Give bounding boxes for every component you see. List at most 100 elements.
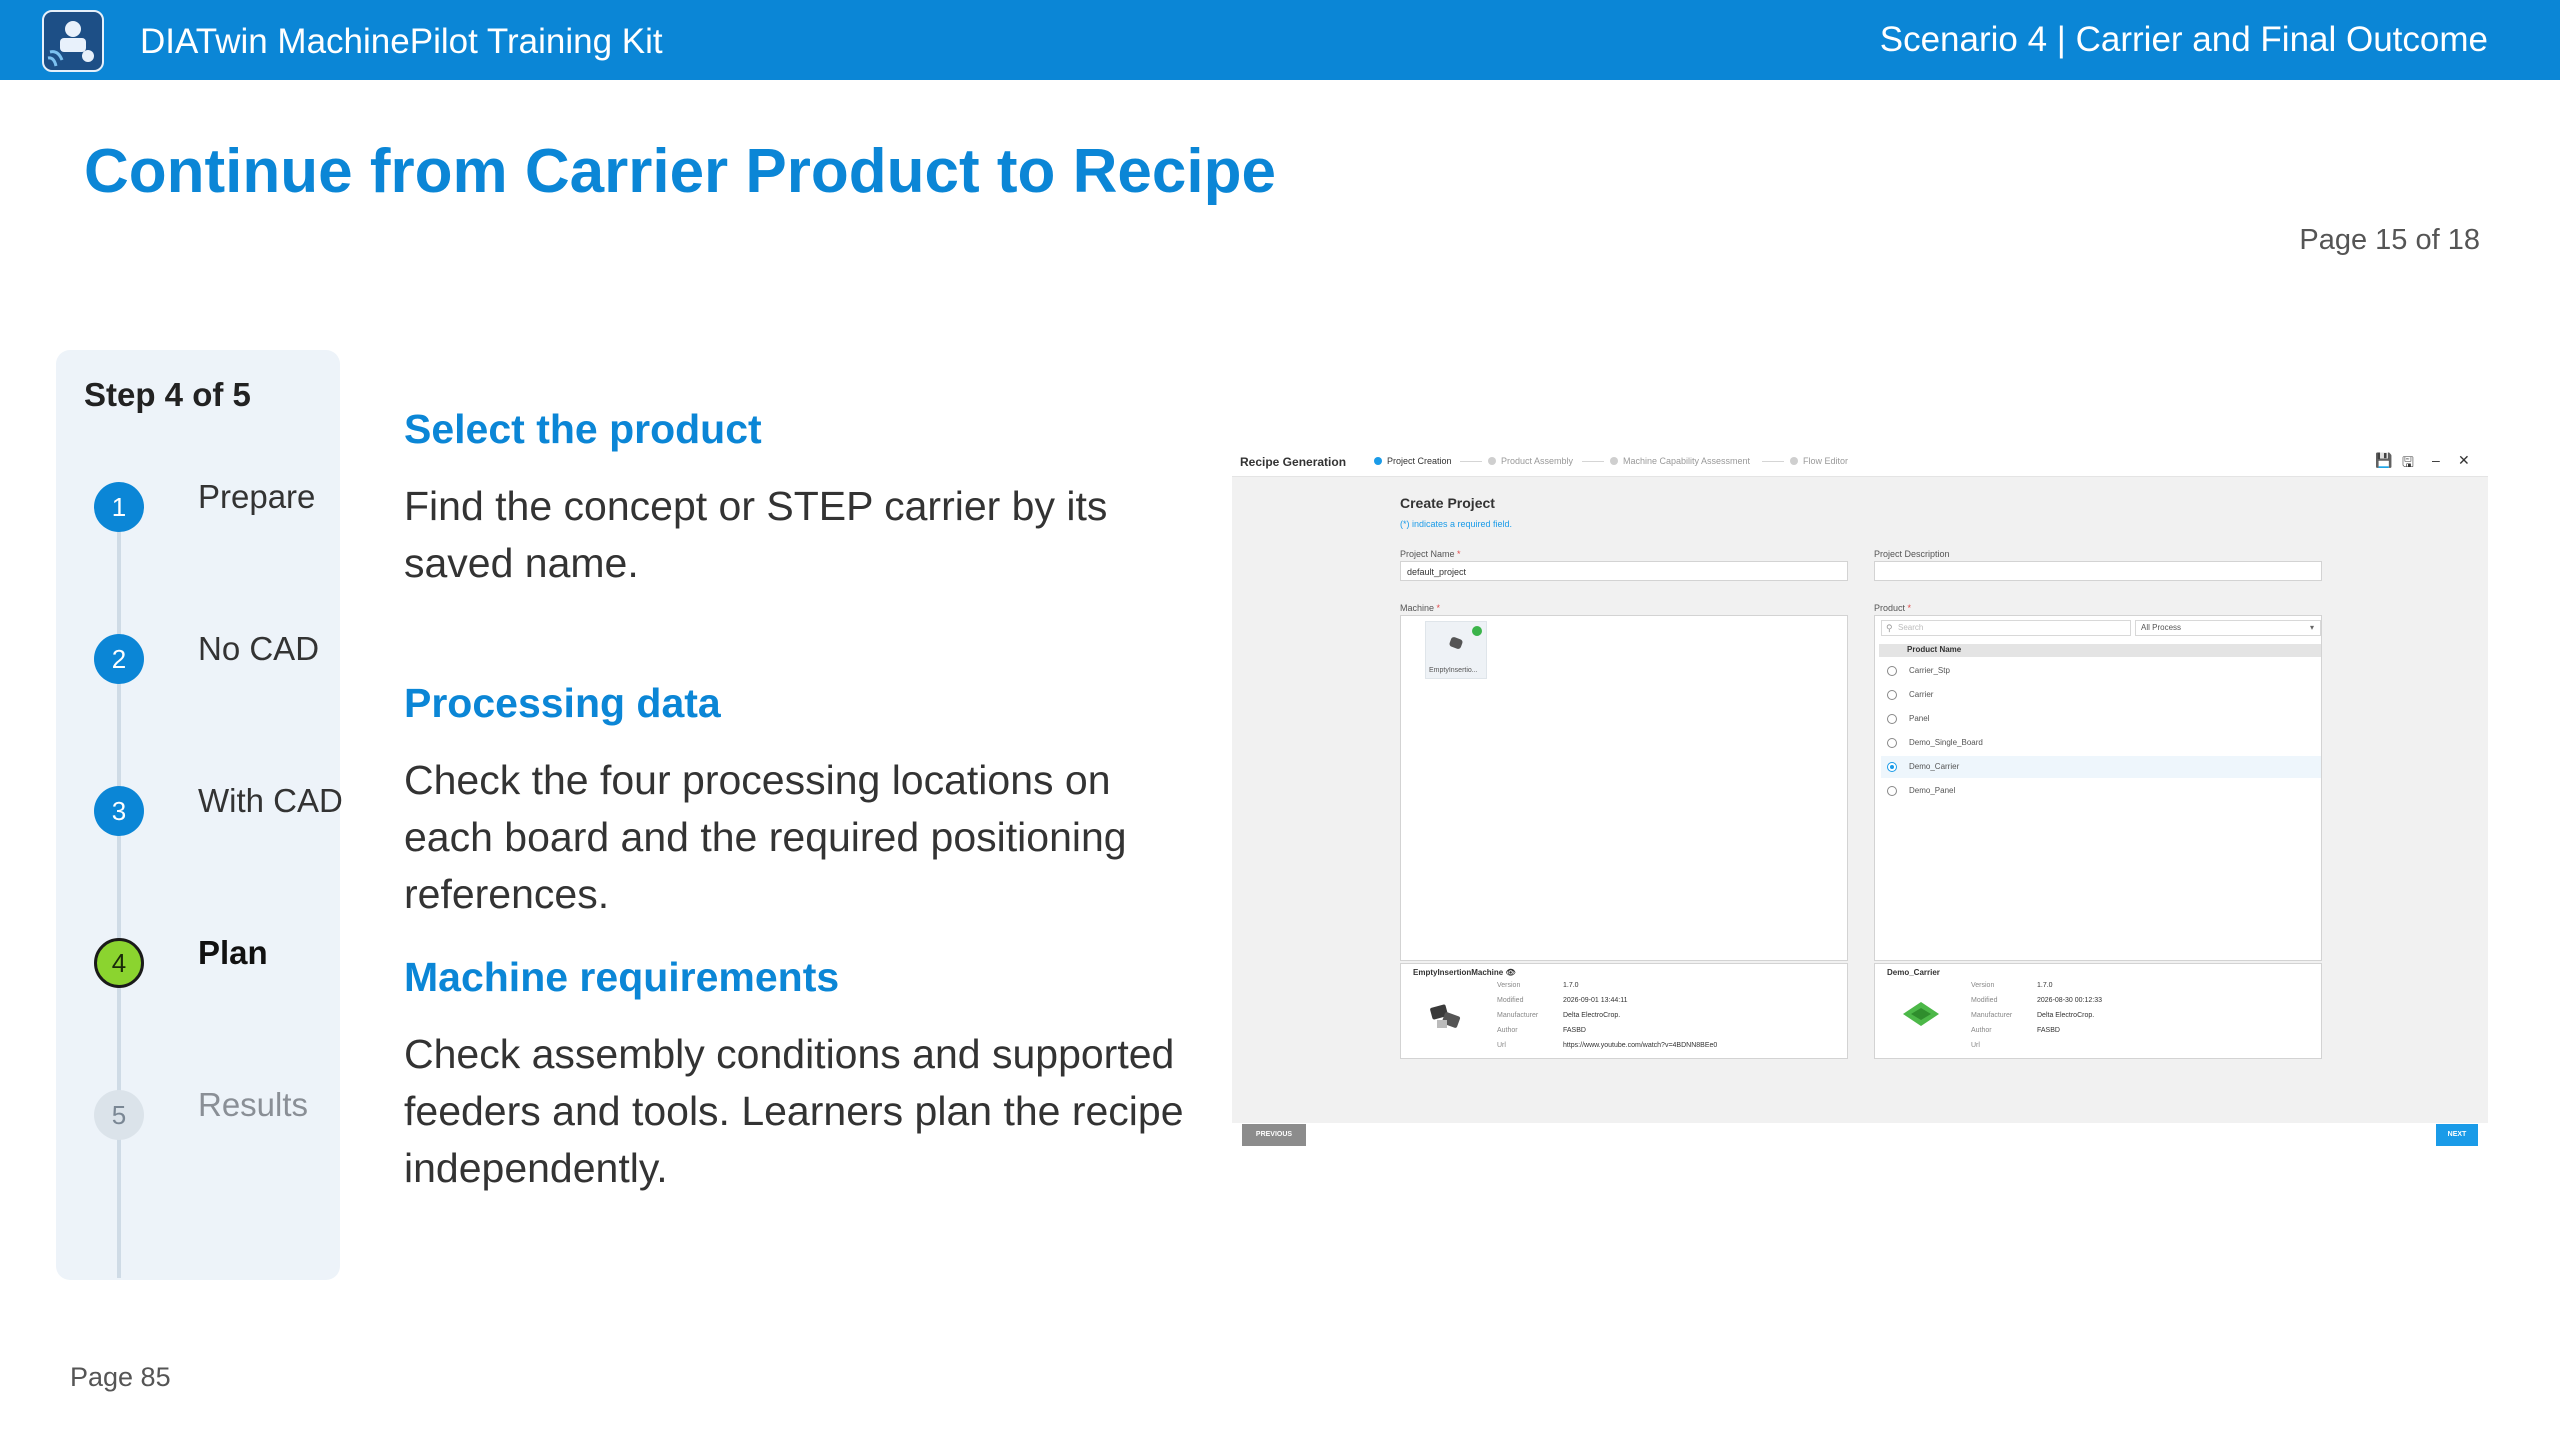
product-row[interactable]: Panel: [1881, 708, 2321, 730]
wizard-step-product-assembly[interactable]: Product Assembly: [1488, 456, 1573, 466]
eye-icon[interactable]: 👁: [1505, 968, 1515, 977]
machine-label: Machine *: [1400, 603, 1441, 613]
product-row-selected[interactable]: Demo_Carrier: [1881, 756, 2321, 778]
info-key: Url: [1971, 1042, 1980, 1049]
search-icon: ⚲: [1886, 623, 1893, 633]
wizard-step-project-creation[interactable]: Project Creation: [1374, 456, 1452, 466]
product-info-card: Demo_Carrier Version 1.7.0 Modified 2026…: [1874, 963, 2322, 1059]
radio-icon[interactable]: [1887, 714, 1897, 724]
info-value: FASBD: [2037, 1027, 2060, 1034]
machine-tile-name: EmptyInsertio...: [1429, 667, 1478, 674]
radio-icon[interactable]: [1887, 786, 1897, 796]
wizard-connector: [1762, 461, 1784, 462]
wizard-step-flow-editor[interactable]: Flow Editor: [1790, 456, 1848, 466]
selected-check-icon: [1472, 626, 1482, 636]
page-title: Continue from Carrier Product to Recipe: [84, 137, 1276, 206]
project-name-input[interactable]: default_project: [1400, 561, 1848, 581]
info-key: Modified: [1971, 997, 1998, 1004]
scenario-label: Scenario 4 | Carrier and Final Outcome: [1879, 20, 2488, 59]
radio-selected-icon[interactable]: [1887, 762, 1897, 772]
minimize-icon[interactable]: –: [2432, 452, 2440, 468]
machine-url-link[interactable]: https://www.youtube.com/watch?v=4BDNN8BE…: [1563, 1042, 1717, 1049]
info-value: 1.7.0: [2037, 982, 2053, 989]
section-text-select-product: Find the concept or STEP carrier by its …: [404, 483, 1108, 586]
wizard-dot-icon: [1790, 457, 1798, 465]
step-number: 1: [94, 482, 144, 532]
info-value: FASBD: [1563, 1027, 1586, 1034]
project-name-label: Project Name *: [1400, 549, 1461, 559]
step-progress-panel: Step 4 of 5 1 Prepare 2 No CAD 3 With CA…: [56, 350, 343, 1280]
project-description-label: Project Description: [1874, 549, 1950, 559]
product-row[interactable]: Demo_Panel: [1881, 780, 2321, 802]
close-icon[interactable]: ✕: [2458, 452, 2470, 469]
dialog-header: Recipe Generation Project Creation Produ…: [1232, 446, 2488, 477]
product-row[interactable]: Carrier: [1881, 684, 2321, 706]
recipe-generation-screenshot: Recipe Generation Project Creation Produ…: [1232, 446, 2488, 1152]
section-text-machine-requirements: Check assembly conditions and supported …: [404, 1031, 1184, 1191]
step-number: 4: [94, 938, 144, 988]
info-key: Modified: [1497, 997, 1524, 1004]
radio-icon[interactable]: [1887, 690, 1897, 700]
step-label: No CAD: [198, 630, 320, 667]
dialog-content: Create Project (*) indicates a required …: [1232, 477, 2488, 1123]
info-key: Version: [1971, 982, 1995, 989]
product-3d-icon: [1903, 1002, 1939, 1026]
page-counter: Page 15 of 18: [2299, 224, 2480, 256]
step-label: With CAD: [198, 782, 343, 819]
stepper-connector-line: [117, 508, 121, 1278]
step-number: 5: [94, 1090, 144, 1140]
info-value: 2026-09-01 13:44:11: [1563, 997, 1628, 1004]
machine-info-card: EmptyInsertionMachine 👁 Version 1.7.0 Mo…: [1400, 963, 1848, 1059]
section-heading-processing-data: Processing data: [404, 680, 721, 726]
next-button[interactable]: NEXT: [2436, 1124, 2478, 1146]
project-description-input[interactable]: [1874, 561, 2322, 581]
machine-info-name: EmptyInsertionMachine 👁: [1413, 968, 1516, 977]
top-bar: DIATwin MachinePilot Training Kit Scenar…: [0, 0, 2560, 80]
save-as-icon[interactable]: 🖫: [2402, 452, 2414, 476]
product-info-name: Demo_Carrier: [1887, 968, 1940, 977]
process-filter-dropdown[interactable]: All Process ▾: [2135, 620, 2321, 636]
section-heading-select-product: Select the product: [404, 406, 762, 452]
step-number: 3: [94, 786, 144, 836]
step-label: Plan: [198, 934, 268, 971]
info-key: Url: [1497, 1042, 1506, 1049]
product-label: Product *: [1874, 603, 1912, 613]
info-key: Version: [1497, 982, 1521, 989]
section-heading-machine-requirements: Machine requirements: [404, 954, 840, 1000]
product-row[interactable]: Carrier_Stp: [1881, 660, 2321, 682]
machine-tile[interactable]: EmptyInsertio...: [1425, 621, 1487, 679]
wizard-connector: [1460, 461, 1482, 462]
info-key: Author: [1971, 1027, 1992, 1034]
info-value: Delta ElectroCrop.: [2037, 1012, 2095, 1019]
machine-selection-panel: EmptyInsertio...: [1400, 615, 1848, 961]
radio-icon[interactable]: [1887, 738, 1897, 748]
info-value: 2026-08-30 00:12:33: [2037, 997, 2102, 1004]
product-selection-panel: ⚲ Search All Process ▾ Product Name Carr…: [1874, 615, 2322, 961]
stepper-title: Step 4 of 5: [84, 376, 251, 413]
chevron-down-icon: ▾: [2309, 623, 2314, 632]
wizard-dot-icon: [1374, 457, 1382, 465]
info-value: Delta ElectroCrop.: [1563, 1012, 1621, 1019]
product-row[interactable]: Demo_Single_Board: [1881, 732, 2321, 754]
step-label: Prepare: [198, 478, 316, 515]
footer-page-number: Page 85: [70, 1362, 171, 1392]
info-key: Author: [1497, 1027, 1518, 1034]
app-logo-icon: [42, 10, 104, 72]
section-text-processing-data: Check the four processing locations on e…: [404, 757, 1127, 917]
step-label: Results: [198, 1086, 309, 1123]
product-search-input[interactable]: ⚲ Search: [1881, 620, 2131, 636]
step-number: 2: [94, 634, 144, 684]
wizard-step-machine-capability-assessment[interactable]: Machine Capability Assessment: [1610, 456, 1750, 466]
product-list-header: Product Name: [1879, 644, 2321, 657]
previous-button[interactable]: PREVIOUS: [1242, 1124, 1306, 1146]
radio-icon[interactable]: [1887, 666, 1897, 676]
info-key: Manufacturer: [1971, 1012, 2013, 1019]
wizard-dot-icon: [1488, 457, 1496, 465]
machine-3d-icon: [1430, 1004, 1461, 1028]
wizard-connector: [1582, 461, 1604, 462]
info-value: 1.7.0: [1563, 982, 1579, 989]
save-icon[interactable]: 💾: [2375, 452, 2392, 469]
app-title: DIATwin MachinePilot Training Kit: [140, 22, 663, 61]
wizard-dot-icon: [1610, 457, 1618, 465]
info-key: Manufacturer: [1497, 1012, 1539, 1019]
